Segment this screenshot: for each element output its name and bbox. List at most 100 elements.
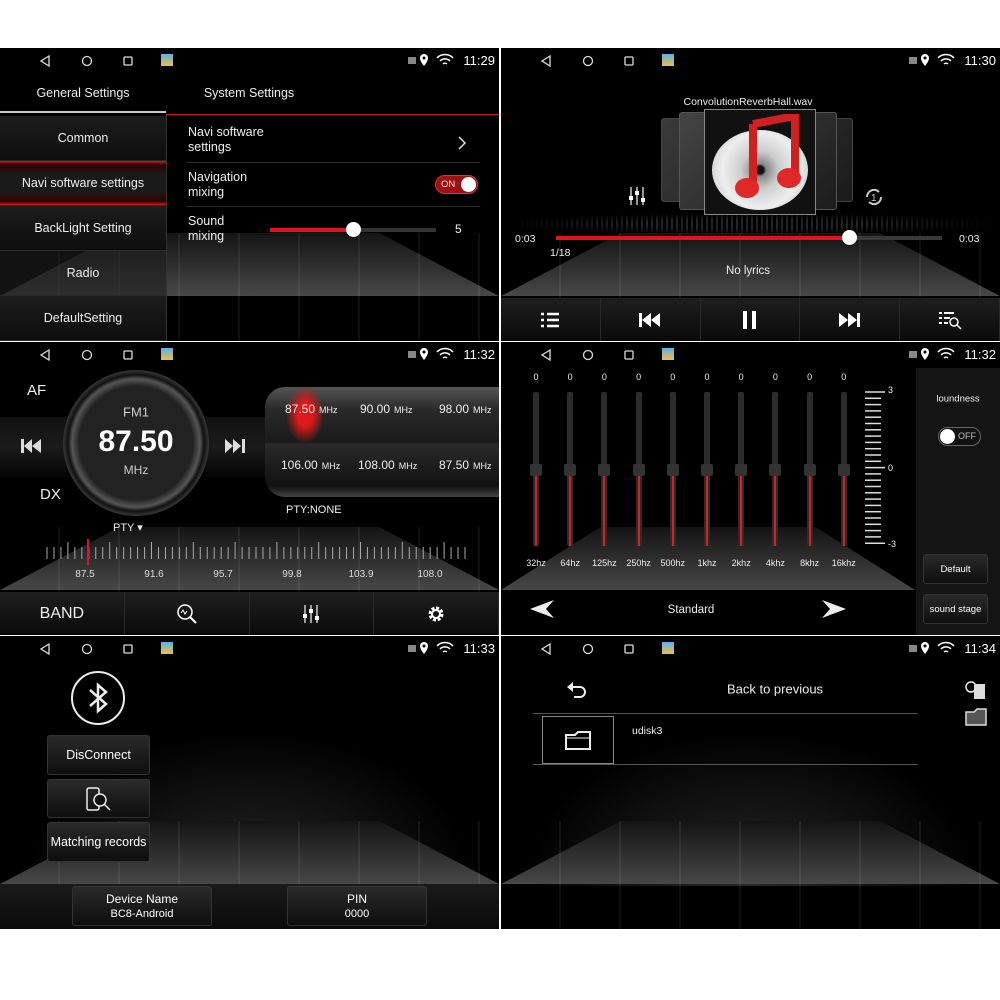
- back-nav-icon[interactable]: [540, 349, 552, 361]
- eq-slider-thumb[interactable]: [735, 464, 748, 476]
- search-device-button[interactable]: [47, 779, 150, 818]
- default-button[interactable]: Default: [923, 554, 988, 584]
- pty-dropdown[interactable]: PTY ▾: [113, 521, 143, 534]
- menu-item-backlight-setting[interactable]: BackLight Setting: [0, 206, 166, 251]
- gallery-app-icon[interactable]: [662, 54, 674, 66]
- preset-2[interactable]: 90.00 MHz: [360, 402, 413, 416]
- navi-software-settings-row[interactable]: Navi software settings: [188, 125, 278, 155]
- frequency-dial[interactable]: FM1 87.50 MHz: [63, 370, 209, 516]
- preset-5[interactable]: 108.00 MHz: [358, 458, 417, 472]
- preset-3[interactable]: 98.00 MHz: [439, 402, 492, 416]
- eq-slider-1khz[interactable]: [701, 392, 713, 546]
- tuning-marker[interactable]: [87, 539, 89, 565]
- back-to-previous[interactable]: Back to previous: [727, 682, 823, 697]
- home-nav-icon[interactable]: [582, 55, 594, 67]
- eq-slider-64hz[interactable]: [564, 392, 577, 546]
- matching-records-button[interactable]: Matching records: [47, 822, 150, 862]
- folder-name[interactable]: udisk3: [632, 725, 662, 737]
- tuning-scale[interactable]: 87.5 91.6 95.7 99.8 103.9 108.0: [0, 537, 499, 585]
- eq-slider-thumb[interactable]: [666, 464, 679, 476]
- eq-slider-2khz[interactable]: [735, 392, 748, 546]
- repeat-one-icon[interactable]: 1: [863, 186, 885, 208]
- af-button[interactable]: AF: [27, 382, 46, 399]
- home-nav-icon[interactable]: [582, 349, 594, 361]
- eq-slider-250hz[interactable]: [632, 392, 645, 546]
- album-art[interactable]: [704, 109, 816, 215]
- gallery-app-icon[interactable]: [662, 348, 674, 360]
- settings-button[interactable]: [374, 592, 499, 635]
- sound-stage-button[interactable]: sound stage: [923, 594, 988, 624]
- folder-thumbnail[interactable]: [542, 716, 614, 764]
- gallery-app-icon[interactable]: [662, 642, 674, 654]
- menu-item-common[interactable]: Common: [0, 116, 166, 161]
- search-list-button[interactable]: [900, 298, 1000, 341]
- recents-nav-icon[interactable]: [122, 643, 134, 655]
- back-nav-icon[interactable]: [540, 55, 552, 67]
- search-file-icon[interactable]: [965, 680, 987, 700]
- home-nav-icon[interactable]: [81, 55, 93, 67]
- eq-slider-thumb[interactable]: [769, 464, 782, 476]
- home-nav-icon[interactable]: [81, 643, 93, 655]
- recents-nav-icon[interactable]: [122, 349, 134, 361]
- slider-thumb[interactable]: [346, 222, 361, 237]
- recents-nav-icon[interactable]: [122, 55, 134, 67]
- eq-slider-125hz[interactable]: [598, 392, 611, 546]
- tab-system-settings[interactable]: System Settings: [204, 86, 294, 100]
- eq-slider-thumb[interactable]: [701, 464, 713, 476]
- disconnect-button[interactable]: DisConnect: [47, 735, 150, 775]
- bluetooth-icon[interactable]: [70, 670, 126, 726]
- gallery-app-icon[interactable]: [161, 348, 173, 360]
- eq-slider-500hz[interactable]: [666, 392, 679, 546]
- sound-mixing-slider[interactable]: [270, 222, 436, 237]
- dx-button[interactable]: DX: [40, 486, 61, 503]
- menu-item-radio[interactable]: Radio: [0, 251, 166, 296]
- eq-slider-32hz[interactable]: [530, 392, 542, 546]
- home-nav-icon[interactable]: [81, 349, 93, 361]
- eq-slider-thumb[interactable]: [598, 464, 611, 476]
- back-arrow-icon[interactable]: [566, 680, 588, 700]
- eq-slider-16khz[interactable]: [837, 392, 850, 546]
- chevron-right-icon[interactable]: [457, 135, 467, 151]
- menu-item-navi-software-settings[interactable]: Navi software settings: [0, 161, 166, 206]
- eq-slider-4khz[interactable]: [769, 392, 782, 546]
- previous-button[interactable]: [601, 298, 701, 341]
- back-nav-icon[interactable]: [39, 643, 51, 655]
- navigation-mixing-toggle[interactable]: ON: [435, 175, 478, 194]
- gallery-app-icon[interactable]: [161, 642, 173, 654]
- menu-item-defaultsetting[interactable]: DefaultSetting: [0, 296, 166, 341]
- band-button[interactable]: BAND: [0, 592, 125, 635]
- back-nav-icon[interactable]: [39, 349, 51, 361]
- tab-general-settings[interactable]: General Settings: [36, 86, 129, 100]
- eq-slider-thumb[interactable]: [803, 464, 816, 476]
- playlist-button[interactable]: [501, 298, 601, 341]
- preset-4[interactable]: 106.00 MHz: [281, 458, 340, 472]
- device-name-button[interactable]: Device Name BC8-Android: [72, 886, 212, 926]
- equalizer-icon[interactable]: [627, 186, 647, 206]
- seek-back-icon[interactable]: [20, 438, 42, 454]
- eq-slider-8khz[interactable]: [803, 392, 816, 546]
- back-nav-icon[interactable]: [39, 55, 51, 67]
- eq-slider-thumb[interactable]: [837, 464, 850, 476]
- gallery-app-icon[interactable]: [161, 54, 173, 66]
- recents-nav-icon[interactable]: [623, 349, 635, 361]
- preset-6[interactable]: 87.50 MHz: [439, 458, 492, 472]
- next-preset-arrow-icon[interactable]: [821, 599, 847, 619]
- loudness-toggle[interactable]: OFF: [938, 427, 981, 446]
- progress-bar[interactable]: [556, 230, 942, 245]
- back-nav-icon[interactable]: [540, 643, 552, 655]
- next-button[interactable]: [800, 298, 901, 341]
- scan-button[interactable]: [125, 592, 250, 635]
- eq-slider-thumb[interactable]: [530, 464, 542, 476]
- preset-1[interactable]: 87.50 MHz: [285, 402, 338, 416]
- recents-nav-icon[interactable]: [623, 643, 635, 655]
- seek-forward-icon[interactable]: [224, 438, 246, 454]
- folder-view-icon[interactable]: [965, 708, 987, 726]
- recents-nav-icon[interactable]: [623, 55, 635, 67]
- eq-slider-thumb[interactable]: [564, 464, 577, 476]
- pause-button[interactable]: [701, 298, 801, 341]
- pin-button[interactable]: PIN 0000: [287, 886, 427, 926]
- equalizer-button[interactable]: [250, 592, 375, 635]
- eq-slider-thumb[interactable]: [632, 464, 645, 476]
- home-nav-icon[interactable]: [582, 643, 594, 655]
- prev-preset-arrow-icon[interactable]: [529, 599, 555, 619]
